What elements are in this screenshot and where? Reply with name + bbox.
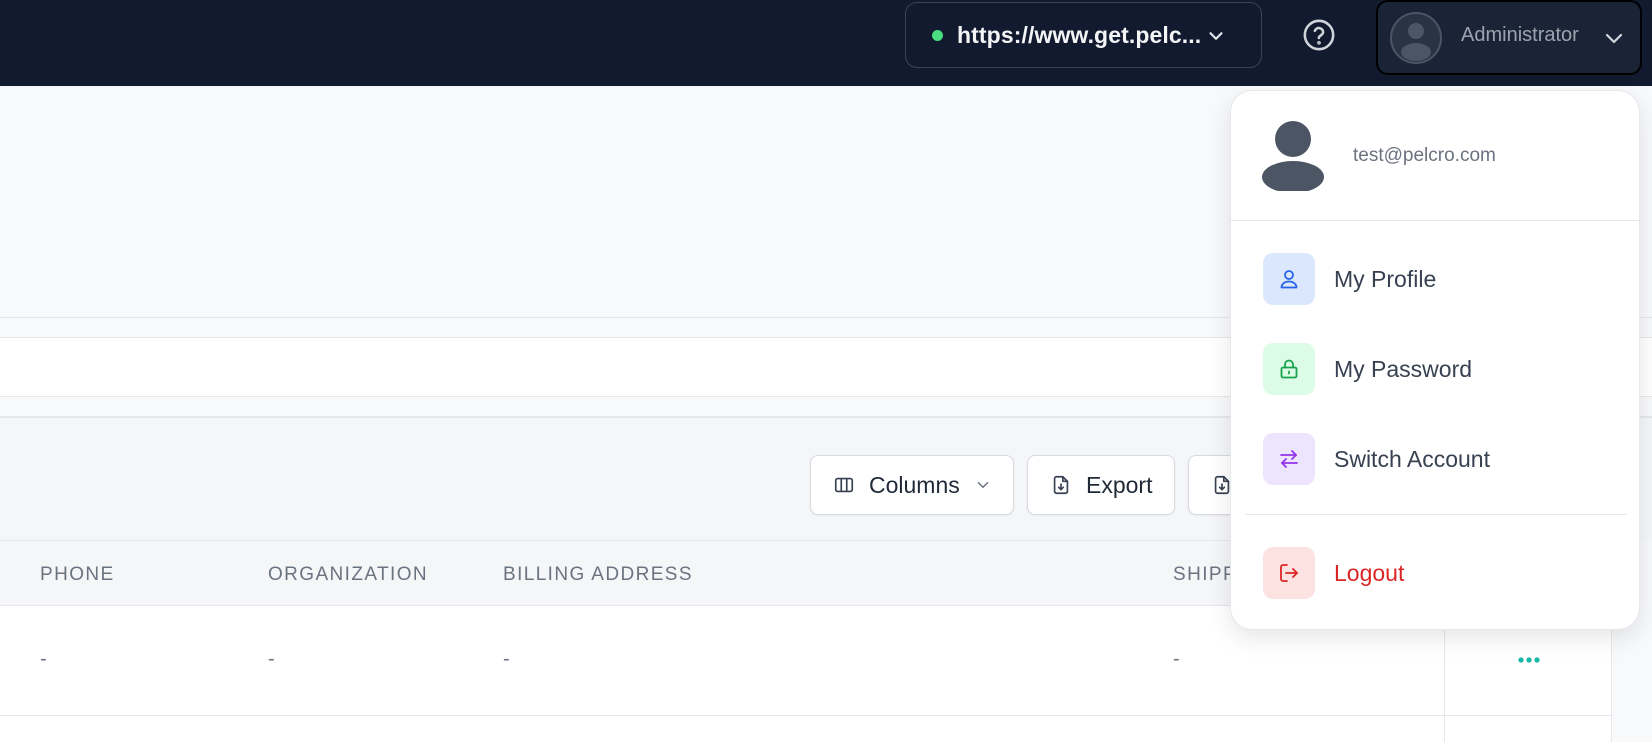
cell-phone: - — [40, 648, 47, 670]
column-header-phone[interactable]: PHONE — [40, 564, 115, 586]
export-button[interactable]: Export — [1027, 455, 1175, 515]
cell-shipping-address: - — [1173, 648, 1180, 670]
column-header-organization[interactable]: ORGANIZATION — [268, 564, 428, 586]
menu-item-switch-account[interactable]: Switch Account — [1263, 433, 1613, 485]
user-dropdown-menu: test@pelcro.com My Profile My Password S… — [1230, 90, 1640, 630]
help-icon[interactable] — [1302, 18, 1336, 52]
menu-item-label: My Profile — [1334, 265, 1437, 292]
logout-icon — [1263, 547, 1315, 599]
chevron-down-icon — [977, 482, 989, 488]
columns-icon — [834, 477, 854, 493]
export-button-label: Export — [1086, 471, 1153, 498]
lock-icon — [1263, 343, 1315, 395]
column-header-shipping-address[interactable]: SHIPP — [1173, 564, 1237, 586]
columns-button-label: Columns — [869, 471, 960, 498]
menu-item-logout[interactable]: Logout — [1263, 547, 1613, 599]
columns-button[interactable]: Columns — [810, 455, 1014, 515]
site-url-label: https://www.get.pelc... — [957, 21, 1202, 48]
table-row[interactable] — [0, 716, 1612, 742]
status-dot-icon — [932, 29, 943, 41]
site-selector-dropdown[interactable]: https://www.get.pelc... — [905, 2, 1262, 68]
user-avatar-icon — [1262, 121, 1324, 191]
chevron-down-icon — [1209, 32, 1223, 40]
menu-profile-header: test@pelcro.com — [1231, 91, 1639, 221]
divider — [1245, 514, 1627, 515]
chevron-down-icon — [1605, 33, 1623, 44]
menu-item-my-profile[interactable]: My Profile — [1263, 253, 1613, 305]
switch-arrows-icon — [1263, 433, 1315, 485]
file-download-icon — [1053, 475, 1069, 495]
user-role-label: Administrator — [1461, 24, 1579, 46]
user-email: test@pelcro.com — [1353, 145, 1496, 166]
cell-organization: - — [268, 648, 275, 670]
cell-billing-address: - — [503, 648, 510, 670]
user-icon — [1263, 253, 1315, 305]
more-options-icon[interactable] — [1516, 650, 1542, 670]
menu-item-label: Switch Account — [1334, 445, 1490, 472]
logout-label: Logout — [1334, 559, 1405, 586]
menu-item-label: My Password — [1334, 355, 1473, 382]
top-navigation-bar: https://www.get.pelc... Administrator — [0, 0, 1652, 86]
user-menu-button[interactable]: Administrator — [1376, 0, 1642, 75]
avatar-icon — [1390, 12, 1442, 64]
menu-item-my-password[interactable]: My Password — [1263, 343, 1613, 395]
column-header-billing-address[interactable]: BILLING ADDRESS — [503, 564, 693, 586]
